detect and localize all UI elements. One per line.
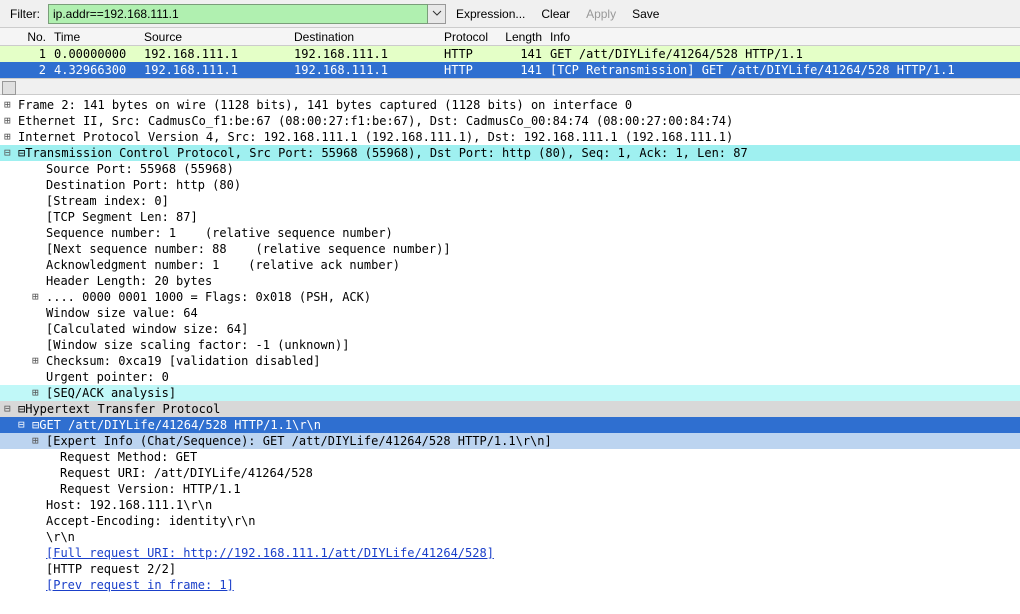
detail-link[interactable]: [Full request URI: http://192.168.111.1/…: [46, 546, 494, 560]
packet-list-header: No. Time Source Destination Protocol Len…: [0, 28, 1020, 46]
detail-line[interactable]: ⊞.... 0000 0001 1000 = Flags: 0x018 (PSH…: [0, 289, 1020, 305]
detail-line[interactable]: ⊞[SEQ/ACK analysis]: [0, 385, 1020, 401]
detail-link[interactable]: [Prev request in frame: 1]: [46, 578, 234, 592]
detail-line: Destination Port: http (80): [0, 177, 1020, 193]
cell-proto: HTTP: [440, 46, 500, 62]
clear-button[interactable]: Clear: [535, 7, 576, 21]
detail-line: Request URI: /att/DIYLife/41264/528: [0, 465, 1020, 481]
detail-line: Host: 192.168.111.1\r\n: [0, 497, 1020, 513]
save-button[interactable]: Save: [626, 7, 665, 21]
detail-line: Sequence number: 1 (relative sequence nu…: [0, 225, 1020, 241]
detail-line[interactable]: ⊟Hypertext Transfer Protocol: [0, 401, 1020, 417]
cell-no: 1: [0, 46, 50, 62]
cell-src: 192.168.111.1: [140, 46, 290, 62]
packet-row[interactable]: 24.32966300192.168.111.1192.168.111.1HTT…: [0, 62, 1020, 78]
detail-line[interactable]: ⊞Ethernet II, Src: CadmusCo_f1:be:67 (08…: [0, 113, 1020, 129]
cell-info: [TCP Retransmission] GET /att/DIYLife/41…: [546, 62, 1020, 78]
cell-dst: 192.168.111.1: [290, 62, 440, 78]
expand-icon[interactable]: ⊞: [32, 433, 39, 449]
cell-proto: HTTP: [440, 62, 500, 78]
expand-icon[interactable]: ⊞: [32, 385, 39, 401]
cell-time: 0.00000000: [50, 46, 140, 62]
detail-line[interactable]: ⊞Frame 2: 141 bytes on wire (1128 bits),…: [0, 97, 1020, 113]
filter-label: Filter:: [6, 7, 44, 21]
detail-line[interactable]: ⊟Transmission Control Protocol, Src Port…: [0, 145, 1020, 161]
filter-toolbar: Filter: Expression... Clear Apply Save: [0, 0, 1020, 28]
collapse-icon[interactable]: ⊟: [4, 401, 11, 417]
detail-line: \r\n: [0, 529, 1020, 545]
collapse-icon[interactable]: ⊟: [18, 417, 25, 433]
detail-line: Header Length: 20 bytes: [0, 273, 1020, 289]
detail-line[interactable]: [Prev request in frame: 1]: [0, 577, 1020, 593]
packet-details-pane[interactable]: ⊞Frame 2: 141 bytes on wire (1128 bits),…: [0, 95, 1020, 613]
detail-line: Request Version: HTTP/1.1: [0, 481, 1020, 497]
col-time[interactable]: Time: [50, 28, 140, 45]
expression-button[interactable]: Expression...: [450, 7, 531, 21]
detail-line[interactable]: [Full request URI: http://192.168.111.1/…: [0, 545, 1020, 561]
horizontal-scrollbar[interactable]: [0, 78, 1020, 94]
chevron-down-icon: [432, 8, 442, 18]
detail-line[interactable]: ⊟GET /att/DIYLife/41264/528 HTTP/1.1\r\n: [0, 417, 1020, 433]
detail-line: Acknowledgment number: 1 (relative ack n…: [0, 257, 1020, 273]
apply-button[interactable]: Apply: [580, 7, 622, 21]
cell-no: 2: [0, 62, 50, 78]
expand-icon[interactable]: ⊞: [32, 289, 39, 305]
filter-dropdown-button[interactable]: [428, 4, 446, 24]
cell-time: 4.32966300: [50, 62, 140, 78]
detail-line: [Window size scaling factor: -1 (unknown…: [0, 337, 1020, 353]
detail-line: [HTTP request 2/2]: [0, 561, 1020, 577]
col-source[interactable]: Source: [140, 28, 290, 45]
col-length[interactable]: Length: [500, 28, 546, 45]
filter-input-wrap: [48, 4, 446, 24]
cell-info: GET /att/DIYLife/41264/528 HTTP/1.1: [546, 46, 1020, 62]
col-destination[interactable]: Destination: [290, 28, 440, 45]
packet-list-pane: No. Time Source Destination Protocol Len…: [0, 28, 1020, 95]
col-protocol[interactable]: Protocol: [440, 28, 500, 45]
detail-line: Source Port: 55968 (55968): [0, 161, 1020, 177]
detail-line[interactable]: ⊞Checksum: 0xca19 [validation disabled]: [0, 353, 1020, 369]
col-no[interactable]: No.: [0, 28, 50, 45]
cell-dst: 192.168.111.1: [290, 46, 440, 62]
detail-line: [Calculated window size: 64]: [0, 321, 1020, 337]
filter-input[interactable]: [48, 4, 428, 24]
collapse-icon[interactable]: ⊟: [4, 145, 11, 161]
cell-src: 192.168.111.1: [140, 62, 290, 78]
expand-icon[interactable]: ⊞: [32, 353, 39, 369]
detail-line[interactable]: ⊞[Expert Info (Chat/Sequence): GET /att/…: [0, 433, 1020, 449]
detail-line: Request Method: GET: [0, 449, 1020, 465]
detail-line: Urgent pointer: 0: [0, 369, 1020, 385]
detail-line: [Next sequence number: 88 (relative sequ…: [0, 241, 1020, 257]
detail-line: Window size value: 64: [0, 305, 1020, 321]
expand-icon[interactable]: ⊞: [4, 97, 11, 113]
detail-line[interactable]: ⊞Internet Protocol Version 4, Src: 192.1…: [0, 129, 1020, 145]
detail-line: [Stream index: 0]: [0, 193, 1020, 209]
expand-icon[interactable]: ⊞: [4, 113, 11, 129]
expand-icon[interactable]: ⊞: [4, 129, 11, 145]
cell-len: 141: [500, 46, 546, 62]
detail-line: [TCP Segment Len: 87]: [0, 209, 1020, 225]
cell-len: 141: [500, 62, 546, 78]
detail-line: Accept-Encoding: identity\r\n: [0, 513, 1020, 529]
col-info[interactable]: Info: [546, 28, 1020, 45]
packet-row[interactable]: 10.00000000192.168.111.1192.168.111.1HTT…: [0, 46, 1020, 62]
